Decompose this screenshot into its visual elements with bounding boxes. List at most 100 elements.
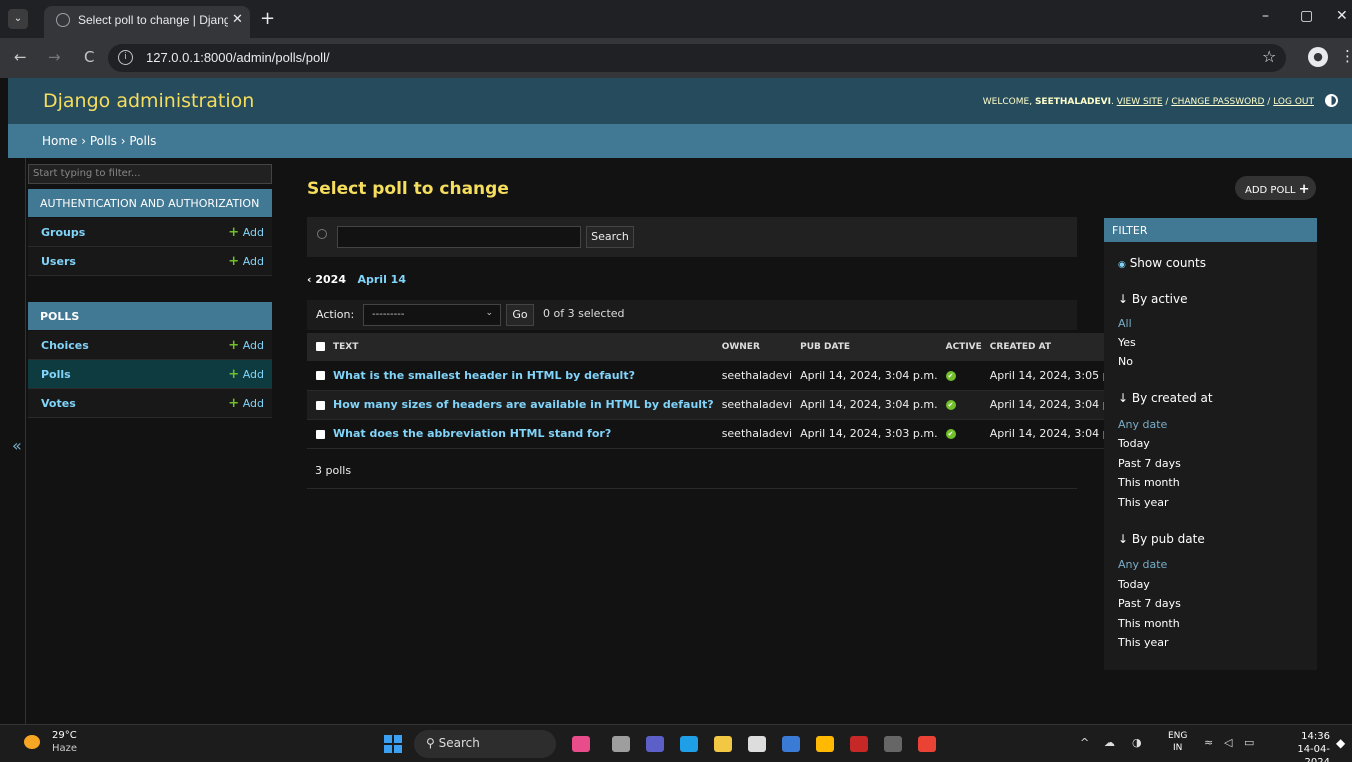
- tray-network-icon[interactable]: ☁: [1104, 736, 1115, 749]
- poll-link[interactable]: What does the abbreviation HTML stand fo…: [333, 427, 611, 440]
- search-input[interactable]: [337, 226, 581, 248]
- go-button[interactable]: Go: [506, 304, 534, 326]
- chrome-icon[interactable]: [918, 736, 936, 752]
- filter-heading-active[interactable]: ↓ By active: [1118, 292, 1188, 306]
- column-header-text[interactable]: TEXT: [329, 333, 718, 361]
- minimize-icon[interactable]: –: [1262, 8, 1269, 24]
- taskbar-search[interactable]: ⚲ Search: [414, 730, 556, 758]
- tab-search-button[interactable]: ⌄: [8, 9, 28, 29]
- votes-link[interactable]: Votes: [41, 397, 76, 410]
- language-indicator[interactable]: ENG IN: [1168, 730, 1187, 754]
- filter-option-created-today[interactable]: Today: [1118, 437, 1150, 450]
- module-caption-polls[interactable]: POLLS: [28, 302, 272, 330]
- show-counts-link[interactable]: ◉ Show counts: [1118, 256, 1206, 270]
- poll-link[interactable]: What is the smallest header in HTML by d…: [333, 369, 635, 382]
- notification-icon[interactable]: ◆: [1336, 736, 1345, 750]
- select-all-checkbox[interactable]: [316, 342, 325, 351]
- add-poll-label: ADD POLL: [1245, 185, 1296, 196]
- polls-link[interactable]: Polls: [41, 368, 71, 381]
- groups-link[interactable]: Groups: [41, 226, 85, 239]
- owner-cell: seethaladevi: [717, 390, 797, 420]
- filter-option-pub-7days[interactable]: Past 7 days: [1118, 597, 1181, 610]
- owner-cell: seethaladevi: [717, 419, 797, 449]
- tray-app-icon[interactable]: ◑: [1132, 736, 1142, 749]
- windows-start-icon[interactable]: [384, 735, 402, 753]
- terminal-icon[interactable]: [884, 736, 902, 752]
- column-header-active[interactable]: ACTIVE: [941, 333, 986, 361]
- separator: /: [1165, 97, 1169, 107]
- filter-heading-pub-date[interactable]: ↓ By pub date: [1118, 532, 1205, 546]
- change-password-link[interactable]: CHANGE PASSWORD: [1171, 97, 1264, 107]
- battery-icon[interactable]: ▭: [1244, 736, 1254, 749]
- sidebar-item-polls: Polls + Add: [28, 360, 272, 389]
- action-select[interactable]: --------- ⌄: [363, 304, 501, 326]
- search-button[interactable]: Search: [586, 226, 634, 248]
- file-explorer-icon[interactable]: [714, 736, 732, 752]
- help-icon[interactable]: [782, 736, 800, 752]
- close-tab-icon[interactable]: ✕: [232, 12, 243, 27]
- date-hierarchy: ‹ 2024 April 14: [307, 273, 406, 286]
- poll-link[interactable]: How many sizes of headers are available …: [333, 398, 714, 411]
- weather-icon[interactable]: [24, 735, 40, 749]
- filter-option-active-yes[interactable]: Yes: [1118, 336, 1136, 349]
- restore-icon[interactable]: ▢: [1300, 8, 1313, 24]
- volume-icon[interactable]: ◁: [1224, 736, 1232, 749]
- site-info-icon[interactable]: i: [118, 50, 133, 65]
- module-caption-auth[interactable]: AUTHENTICATION AND AUTHORIZATION: [28, 189, 272, 217]
- nav-filter-input[interactable]: Start typing to filter...: [28, 164, 272, 184]
- forward-icon[interactable]: →: [48, 48, 61, 66]
- paginator: 3 polls: [307, 451, 1077, 489]
- tray-chevron-icon[interactable]: ^: [1080, 736, 1089, 749]
- filter-option-created-month[interactable]: This month: [1118, 476, 1180, 489]
- clock[interactable]: 14:36 14-04-2024: [1272, 730, 1330, 762]
- filter-option-pub-today[interactable]: Today: [1118, 578, 1150, 591]
- bookmark-star-icon[interactable]: ☆: [1262, 47, 1276, 66]
- taskbar-app-icon[interactable]: [572, 736, 590, 752]
- task-view-icon[interactable]: [612, 736, 630, 752]
- reload-icon[interactable]: C: [84, 48, 94, 66]
- filter-option-active-all[interactable]: All: [1118, 317, 1132, 330]
- filter-option-pub-month[interactable]: This month: [1118, 617, 1180, 630]
- choices-link[interactable]: Choices: [41, 339, 89, 352]
- site-branding[interactable]: Django administration: [43, 90, 254, 112]
- filter-option-created-7days[interactable]: Past 7 days: [1118, 457, 1181, 470]
- add-polls-link[interactable]: + Add: [228, 367, 264, 382]
- filter-option-active-no[interactable]: No: [1118, 355, 1133, 368]
- add-choices-link[interactable]: + Add: [228, 338, 264, 353]
- add-poll-button[interactable]: ADD POLL +: [1235, 176, 1316, 200]
- browser-menu-icon[interactable]: ⋮: [1340, 47, 1352, 65]
- back-icon[interactable]: ←: [14, 48, 27, 66]
- store-icon[interactable]: [816, 736, 834, 752]
- collapse-sidebar-button[interactable]: «: [12, 436, 22, 455]
- row-checkbox[interactable]: [316, 429, 325, 439]
- edge-icon[interactable]: [680, 736, 698, 752]
- filter-option-pub-any[interactable]: Any date: [1118, 558, 1167, 571]
- address-bar[interactable]: i 127.0.0.1:8000/admin/polls/poll/: [108, 44, 1286, 72]
- close-window-icon[interactable]: ✕: [1336, 8, 1348, 24]
- column-header-pub-date[interactable]: PUB DATE: [796, 333, 942, 361]
- view-site-link[interactable]: VIEW SITE: [1117, 97, 1163, 107]
- wifi-icon[interactable]: ≈: [1204, 736, 1213, 749]
- filter-option-pub-year[interactable]: This year: [1118, 636, 1169, 649]
- add-users-link[interactable]: + Add: [228, 254, 264, 269]
- mcafee-icon[interactable]: [850, 736, 868, 752]
- log-out-link[interactable]: LOG OUT: [1273, 97, 1314, 107]
- theme-toggle-icon[interactable]: [1325, 94, 1338, 107]
- new-tab-button[interactable]: +: [260, 8, 275, 29]
- profile-avatar-icon[interactable]: ●: [1308, 47, 1328, 67]
- filter-heading-created-at[interactable]: ↓ By created at: [1118, 391, 1213, 405]
- filter-option-created-year[interactable]: This year: [1118, 496, 1169, 509]
- add-groups-link[interactable]: + Add: [228, 225, 264, 240]
- browser-tab[interactable]: Select poll to change | Django site admi…: [44, 6, 250, 38]
- teams-icon[interactable]: [646, 736, 664, 752]
- users-link[interactable]: Users: [41, 255, 76, 268]
- row-checkbox[interactable]: [316, 371, 325, 381]
- filter-option-created-any[interactable]: Any date: [1118, 418, 1167, 431]
- github-icon[interactable]: [748, 736, 766, 752]
- column-header-owner[interactable]: OWNER: [717, 333, 797, 361]
- page-title: Select poll to change: [307, 179, 509, 199]
- row-checkbox[interactable]: [316, 400, 325, 410]
- add-votes-link[interactable]: + Add: [228, 396, 264, 411]
- breadcrumb-trail[interactable]: Home › Polls › Polls: [42, 134, 156, 148]
- date-hierarchy-year-link[interactable]: ‹ 2024: [307, 273, 346, 286]
